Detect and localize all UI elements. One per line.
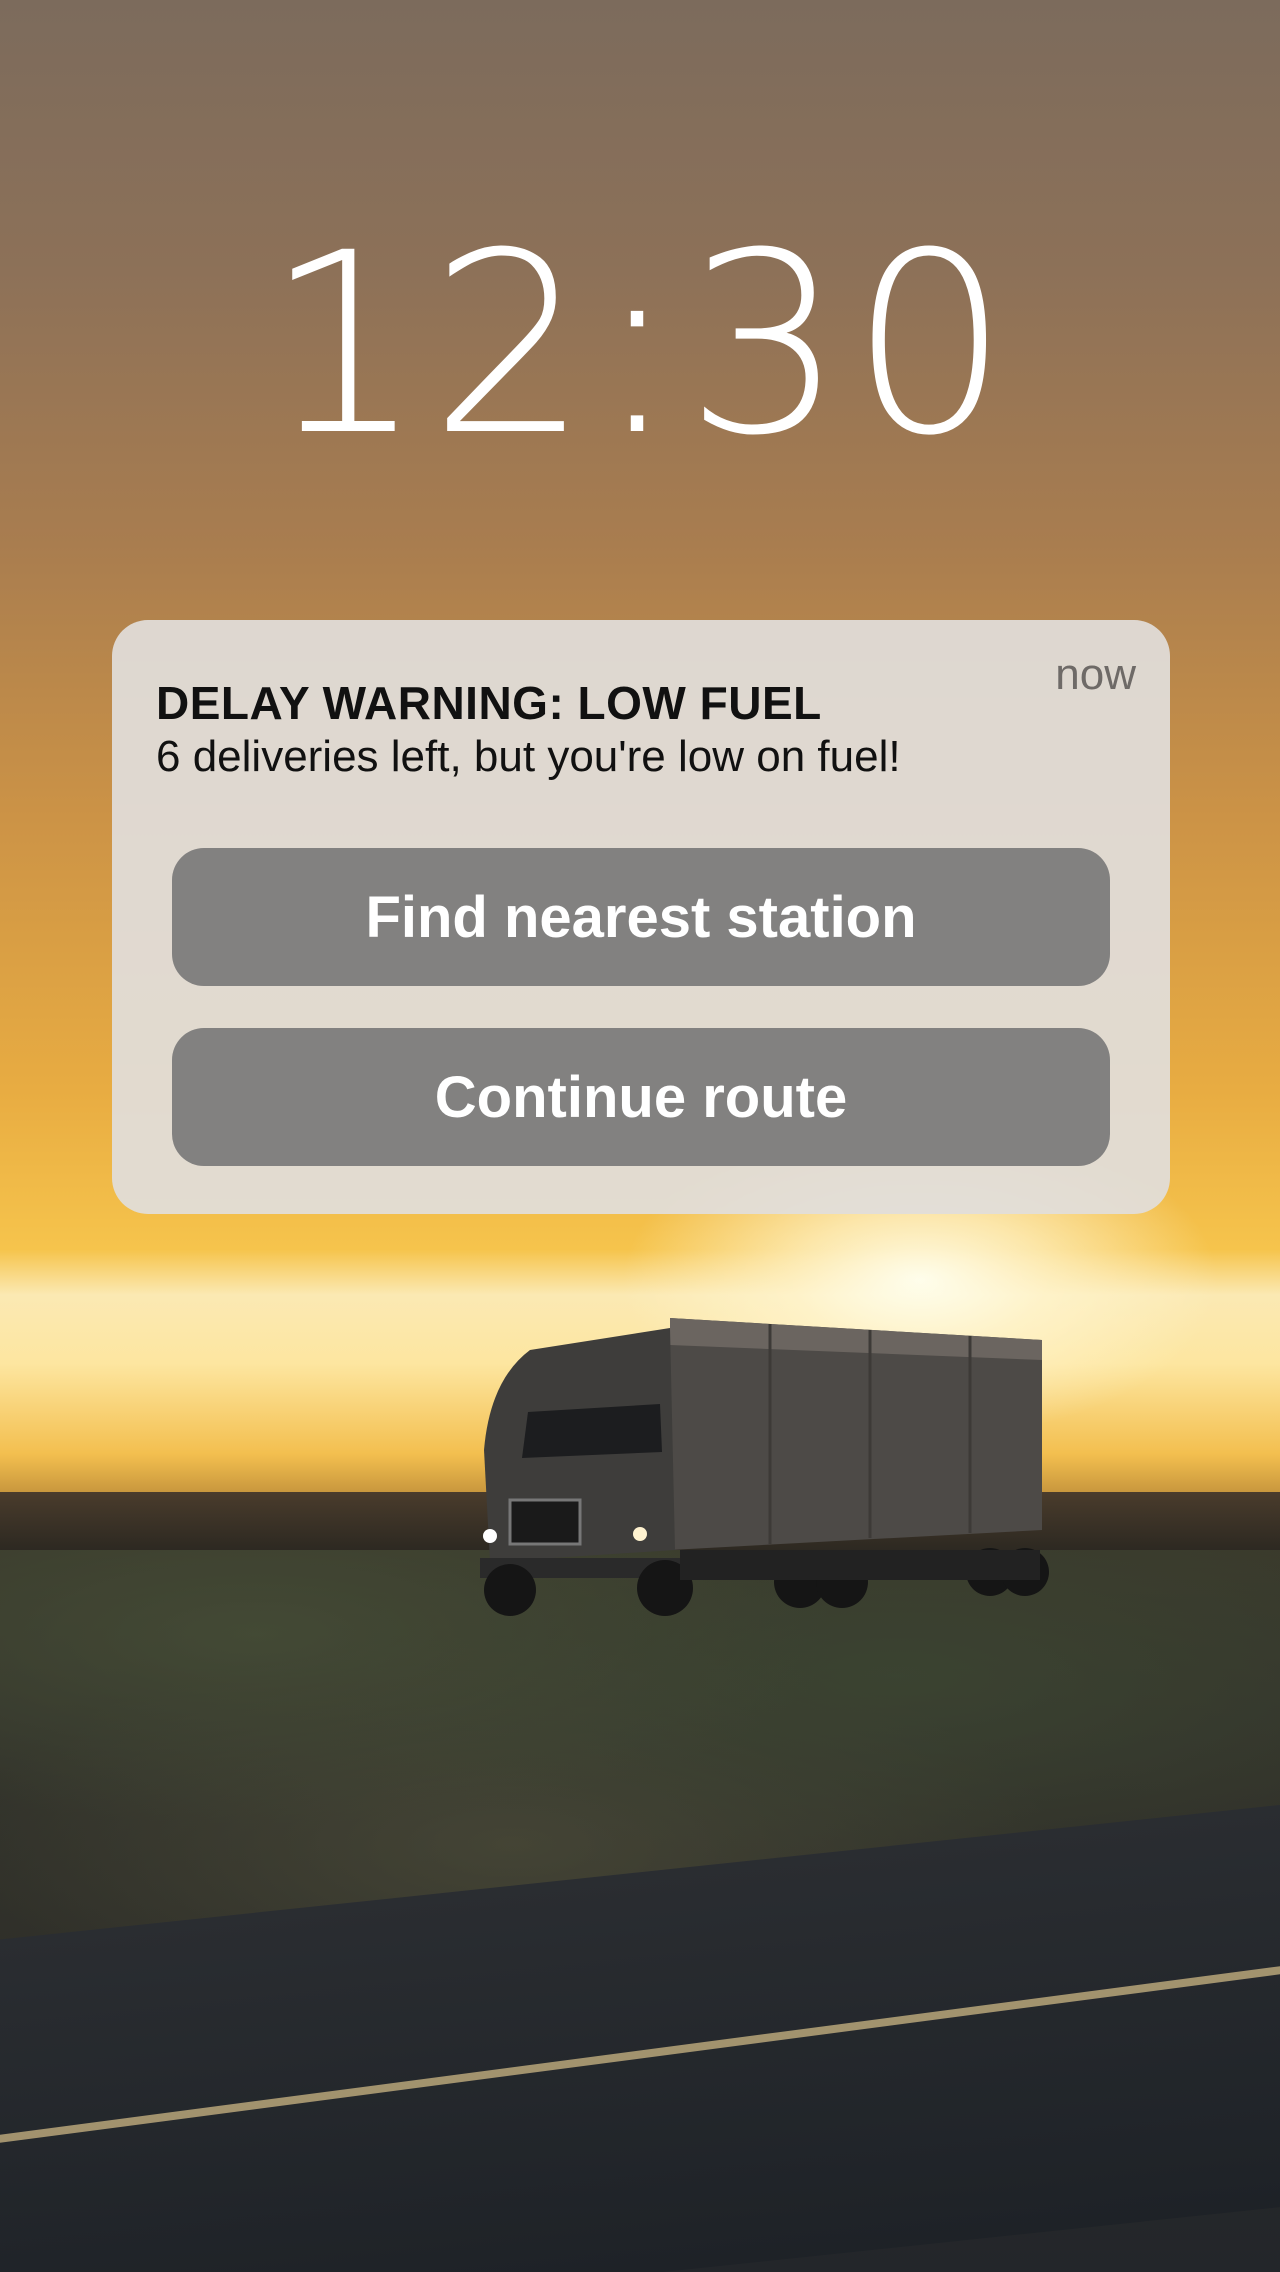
truck-icon xyxy=(480,1318,1049,1616)
wallpaper-truck xyxy=(470,1300,1060,1630)
find-nearest-station-button[interactable]: Find nearest station xyxy=(172,848,1110,986)
lock-screen-clock: 12:30 xyxy=(264,199,1016,490)
notification-body: 6 deliveries left, but you're low on fue… xyxy=(156,732,901,781)
notification-card[interactable]: now DELAY WARNING: LOW FUEL 6 deliveries… xyxy=(112,620,1170,1214)
notification-timestamp: now xyxy=(1055,650,1136,699)
continue-route-button[interactable]: Continue route xyxy=(172,1028,1110,1166)
notification-title: DELAY WARNING: LOW FUEL xyxy=(156,677,822,729)
lock-screen: 12:30 now DELAY WARNING: LOW FUEL 6 deli… xyxy=(0,0,1280,2272)
